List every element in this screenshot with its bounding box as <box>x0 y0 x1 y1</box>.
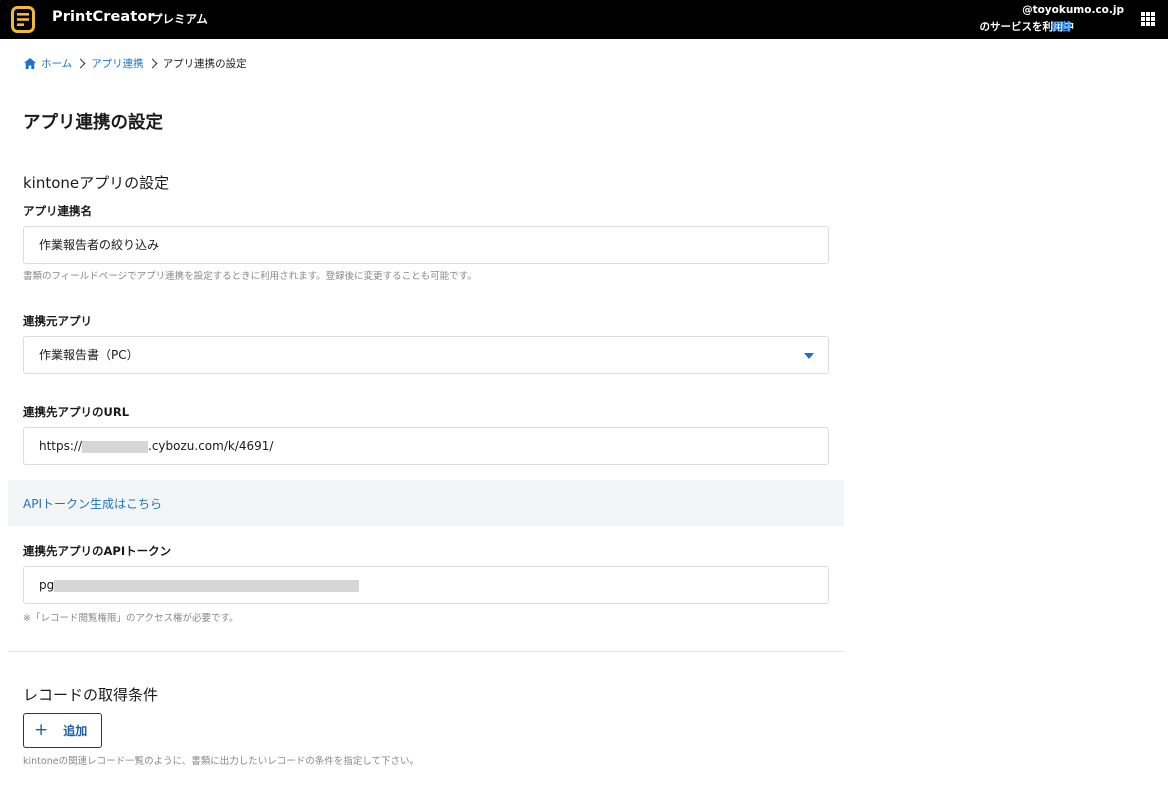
record-conditions-hint: kintoneの関連レコード一覧のように、書類に出力したいレコードの条件を指定し… <box>23 756 419 767</box>
chevron-right-icon <box>75 58 86 68</box>
switch-account-link[interactable]: 切替 <box>1051 19 1072 34</box>
plus-icon: + <box>34 720 49 740</box>
printcreator-logo-icon[interactable] <box>11 6 35 33</box>
api-token-label: 連携先アプリのAPIトークン <box>23 544 172 558</box>
brand-name[interactable]: PrintCreator <box>52 9 155 25</box>
page-title: アプリ連携の設定 <box>23 113 163 133</box>
chevron-right-icon <box>147 58 158 68</box>
plan-badge: プレミアム <box>151 12 208 26</box>
add-button-label: 追加 <box>63 724 88 738</box>
record-conditions-title: レコードの取得条件 <box>23 686 159 704</box>
breadcrumb-current: アプリ連携の設定 <box>162 57 247 70</box>
user-email: @toyokumo.co.jp <box>1022 4 1124 16</box>
link-name-input[interactable]: 作業報告者の絞り込み <box>23 226 829 264</box>
link-name-hint: 書類のフィールドページでアプリ連携を設定するときに利用されます。登録後に変更する… <box>23 271 477 282</box>
home-icon[interactable] <box>24 57 36 69</box>
top-header: PrintCreator プレミアム @toyokumo.co.jp のサービス… <box>0 0 1168 39</box>
section-divider <box>8 651 844 652</box>
breadcrumb: ホーム アプリ連携 アプリ連携の設定 <box>24 56 247 70</box>
api-token-generate-link[interactable]: APIトークン生成はこちら <box>23 495 162 512</box>
api-token-prefix: pg <box>39 578 55 592</box>
redacted-subdomain <box>82 440 149 453</box>
source-app-select[interactable]: 作業報告書（PC） <box>23 336 829 374</box>
breadcrumb-home-link[interactable]: ホーム <box>41 56 72 71</box>
link-name-label: アプリ連携名 <box>23 204 92 218</box>
breadcrumb-app-link[interactable]: アプリ連携 <box>91 56 144 71</box>
token-link-bar: APIトークン生成はこちら <box>8 480 844 526</box>
source-app-value: 作業報告書（PC） <box>39 348 139 362</box>
target-url-prefix: https:// <box>39 439 83 453</box>
redacted-token <box>54 579 360 592</box>
dropdown-arrow-icon[interactable] <box>804 353 814 359</box>
api-token-input[interactable]: pg <box>23 566 829 604</box>
source-app-label: 連携元アプリ <box>23 314 92 328</box>
target-url-input[interactable]: https:// .cybozu.com/k/4691/ <box>23 427 829 465</box>
kintone-section-title: kintoneアプリの設定 <box>23 174 170 192</box>
api-token-hint: ※「レコード閲覧権限」のアクセス権が必要です。 <box>23 613 239 624</box>
app-grid-icon[interactable] <box>1141 12 1155 26</box>
add-condition-button[interactable]: + 追加 <box>23 713 102 748</box>
target-url-suffix: .cybozu.com/k/4691/ <box>148 439 274 453</box>
target-url-label: 連携先アプリのURL <box>23 405 130 419</box>
